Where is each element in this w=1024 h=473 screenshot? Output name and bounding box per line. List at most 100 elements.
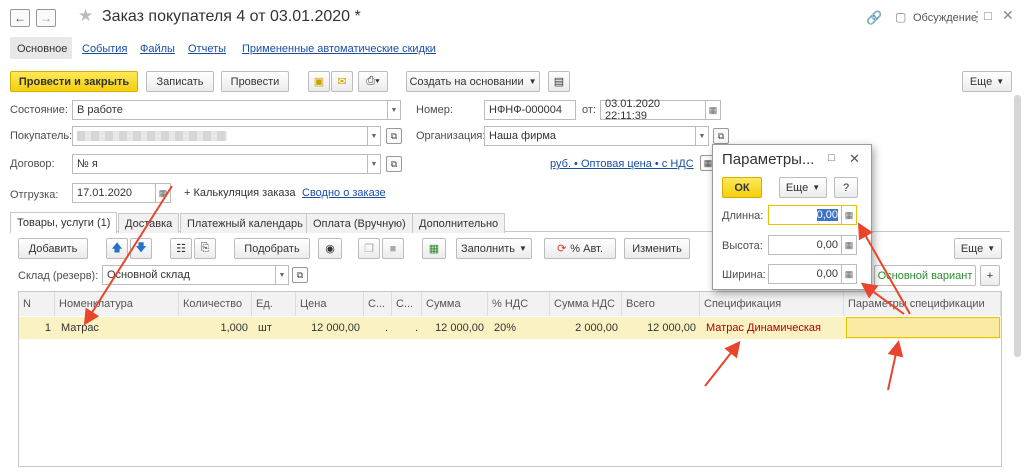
calendar-icon[interactable]: ▦ — [156, 183, 171, 203]
nav-tab-files[interactable]: Файлы — [140, 43, 175, 55]
cell-sum[interactable]: 12 000,00 — [422, 317, 488, 339]
doc-tab-goods[interactable]: Товары, услуги (1) — [10, 212, 118, 233]
close-icon[interactable]: ✕ — [849, 151, 860, 167]
contract-open-icon[interactable]: ⧉ — [386, 156, 402, 172]
org-field[interactable]: Наша фирма — [484, 126, 696, 146]
excel-icon[interactable]: ▦ — [422, 238, 446, 259]
auto-pct-button[interactable]: ⟳% Авт. — [544, 238, 616, 259]
nav-tab-reports[interactable]: Отчеты — [188, 43, 226, 55]
print-icon[interactable]: ⎙▾ — [358, 71, 388, 92]
col-header-total[interactable]: Всего — [622, 292, 700, 316]
col-header-sum[interactable]: Сумма — [422, 292, 488, 316]
more-window-icon[interactable]: ⋮ — [970, 8, 984, 25]
width-calculator-icon[interactable]: ▦ — [842, 264, 857, 284]
warehouse-field[interactable]: Основной склад — [102, 265, 276, 285]
cell-c1[interactable]: . — [364, 317, 392, 339]
add-variant-icon[interactable]: + — [980, 265, 1000, 286]
calc-label[interactable]: + Калькуляция заказа — [184, 187, 296, 199]
cell-qty[interactable]: 1,000 — [179, 317, 252, 339]
price-link[interactable]: руб. • Оптовая цена • с НДС — [550, 158, 694, 170]
col-header-c1[interactable]: С... — [364, 292, 392, 316]
table-more-button[interactable]: Еще ▼ — [954, 238, 1002, 259]
move-down-icon[interactable]: 🡇 — [130, 238, 152, 259]
col-header-n[interactable]: N — [19, 292, 55, 316]
height-field[interactable]: 0,00 — [768, 235, 842, 255]
length-field[interactable]: 0,00 — [768, 205, 842, 225]
col-header-c2[interactable]: С... — [392, 292, 422, 316]
document-icon[interactable]: ▤ — [548, 71, 570, 92]
save-button[interactable]: Записать — [146, 71, 214, 92]
scrollbar[interactable] — [1014, 95, 1021, 357]
warehouse-dropdown-icon[interactable]: ▼ — [276, 265, 289, 285]
buyer-dropdown-icon[interactable]: ▼ — [368, 126, 381, 146]
discussion-label[interactable]: Обсуждение — [913, 12, 977, 24]
post-button[interactable]: Провести — [221, 71, 289, 92]
cell-unit[interactable]: шт — [254, 317, 296, 339]
change-button[interactable]: Изменить — [624, 238, 690, 259]
dialog-more-button[interactable]: Еще ▼ — [779, 177, 827, 198]
link-icon[interactable]: 🔗 — [866, 10, 882, 26]
close-icon[interactable]: ✕ — [1002, 7, 1014, 24]
eye-icon[interactable]: ◉ — [318, 238, 342, 259]
summary-link[interactable]: Сводно о заказе — [302, 187, 386, 199]
nav-tab-discounts[interactable]: Примененные автоматические скидки — [242, 43, 436, 55]
col-header-vat-pct[interactable]: % НДС — [488, 292, 550, 316]
report-icon[interactable]: ▣ — [308, 71, 330, 92]
date-field[interactable]: 03.01.2020 22:11:39 — [600, 98, 706, 122]
cell-vat-pct[interactable]: 20% — [490, 317, 550, 339]
maximize-icon[interactable]: □ — [828, 152, 835, 164]
forward-button[interactable]: → — [36, 9, 56, 27]
create-basis-button[interactable]: Создать на основании ▼ — [406, 71, 540, 92]
org-open-icon[interactable]: ⧉ — [713, 128, 729, 144]
nav-tab-events[interactable]: События — [82, 43, 127, 55]
width-field[interactable]: 0,00 — [768, 264, 842, 284]
doc-tab-payment[interactable]: Оплата (Вручную) — [306, 213, 413, 233]
buyer-open-icon[interactable]: ⧉ — [386, 128, 402, 144]
mail-icon[interactable]: ✉ — [331, 71, 353, 92]
state-field[interactable]: В работе — [72, 100, 388, 120]
col-header-spec-params[interactable]: Параметры спецификации — [844, 292, 1001, 316]
col-header-unit[interactable]: Ед. — [252, 292, 296, 316]
col-header-qty[interactable]: Количество — [179, 292, 252, 316]
warehouse-open-icon[interactable]: ⧉ — [292, 267, 308, 283]
shipment-date-field[interactable]: 17.01.2020 — [72, 183, 156, 203]
add-row-button[interactable]: Добавить — [18, 238, 88, 259]
col-header-vat-sum[interactable]: Сумма НДС — [550, 292, 622, 316]
favorite-star-icon[interactable]: ★ — [78, 6, 93, 26]
barcode-icon[interactable]: ☷ — [170, 238, 192, 259]
cell-item[interactable]: Матрас — [57, 317, 177, 339]
discussion-icon[interactable]: ▢ — [895, 10, 906, 24]
cell-price[interactable]: 12 000,00 — [296, 317, 364, 339]
doc-tab-delivery[interactable]: Доставка — [118, 213, 180, 233]
copy-icon[interactable]: ❐ — [358, 238, 380, 259]
help-button[interactable]: ? — [834, 177, 858, 198]
paste-icon[interactable]: ■ — [382, 238, 404, 259]
scanner-icon[interactable]: ⎘ — [194, 238, 216, 259]
move-up-icon[interactable]: 🡅 — [106, 238, 128, 259]
contract-dropdown-icon[interactable]: ▼ — [368, 154, 381, 174]
cell-spec[interactable]: Матрас Динамическая — [702, 317, 844, 339]
variant-button[interactable]: Основной вариант — [874, 265, 976, 286]
org-dropdown-icon[interactable]: ▼ — [696, 126, 709, 146]
buyer-field[interactable] — [72, 126, 368, 146]
cell-spec-params[interactable] — [846, 317, 1000, 338]
ok-button[interactable]: ОК — [722, 177, 762, 198]
doc-tab-payment-calendar[interactable]: Платежный календарь — [180, 213, 310, 233]
number-field[interactable]: НФНФ-000004 — [484, 100, 576, 120]
calendar-icon[interactable]: ▦ — [706, 100, 721, 120]
col-header-item[interactable]: Номенклатура — [55, 292, 179, 316]
back-button[interactable]: ← — [10, 9, 30, 27]
col-header-spec[interactable]: Спецификация — [700, 292, 844, 316]
post-close-button[interactable]: Провести и закрыть — [10, 71, 138, 92]
cell-c2[interactable]: . — [392, 317, 422, 339]
height-calculator-icon[interactable]: ▦ — [842, 235, 857, 255]
col-header-price[interactable]: Цена — [296, 292, 364, 316]
fill-button[interactable]: Заполнить ▼ — [456, 238, 532, 259]
more-button[interactable]: Еще ▼ — [962, 71, 1012, 92]
restore-icon[interactable]: □ — [984, 8, 992, 23]
state-dropdown-icon[interactable]: ▼ — [388, 100, 401, 120]
contract-field[interactable]: № я — [72, 154, 368, 174]
cell-total[interactable]: 12 000,00 — [622, 317, 700, 339]
cell-vat-sum[interactable]: 2 000,00 — [550, 317, 622, 339]
select-button[interactable]: Подобрать — [234, 238, 310, 259]
